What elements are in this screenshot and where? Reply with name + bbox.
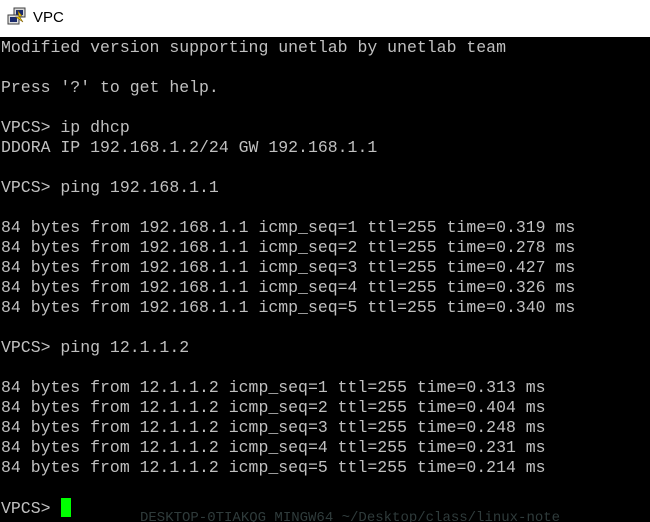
terminal-line-text: VPCS> ping 12.1.1.2 xyxy=(1,338,190,357)
terminal-line-text: 84 bytes from 12.1.1.2 icmp_seq=3 ttl=25… xyxy=(1,418,546,437)
terminal-line: 84 bytes from 192.168.1.1 icmp_seq=2 ttl… xyxy=(1,238,575,258)
terminal-line-text: VPCS> ping 192.168.1.1 xyxy=(1,178,219,197)
terminal-line: 84 bytes from 12.1.1.2 icmp_seq=2 ttl=25… xyxy=(1,398,546,418)
terminal-line: 84 bytes from 12.1.1.2 icmp_seq=4 ttl=25… xyxy=(1,438,546,458)
vpc-terminal-window: VPC Modified version supporting unetlab … xyxy=(0,0,650,522)
terminal-line: DDORA IP 192.168.1.2/24 GW 192.168.1.1 xyxy=(1,138,377,158)
terminal-output[interactable]: Modified version supporting unetlab by u… xyxy=(0,37,650,522)
terminal-line-text: DDORA IP 192.168.1.2/24 GW 192.168.1.1 xyxy=(1,138,378,157)
putty-terminal-icon xyxy=(7,7,27,27)
terminal-line-text: Press '?' to get help. xyxy=(1,78,219,97)
terminal-line: 84 bytes from 12.1.1.2 icmp_seq=3 ttl=25… xyxy=(1,418,546,438)
terminal-line-text: 84 bytes from 12.1.1.2 icmp_seq=5 ttl=25… xyxy=(1,458,546,477)
terminal-line: VPCS> ip dhcp xyxy=(1,118,130,138)
terminal-line-text: 84 bytes from 192.168.1.1 icmp_seq=5 ttl… xyxy=(1,298,576,317)
background-window-text: DESKTOP-0TIAKQG MINGW64 ~/Desktop/class/… xyxy=(140,511,561,522)
terminal-line: 84 bytes from 192.168.1.1 icmp_seq=3 ttl… xyxy=(1,258,575,278)
terminal-line: VPCS> ping 192.168.1.1 xyxy=(1,178,219,198)
terminal-line: 84 bytes from 12.1.1.2 icmp_seq=1 ttl=25… xyxy=(1,378,546,398)
window-title: VPC xyxy=(33,9,64,26)
terminal-line-text: 84 bytes from 12.1.1.2 icmp_seq=4 ttl=25… xyxy=(1,438,546,457)
terminal-line: VPCS> ping 12.1.1.2 xyxy=(1,338,189,358)
title-bar[interactable]: VPC xyxy=(0,0,650,37)
terminal-line-text: 84 bytes from 192.168.1.1 icmp_seq=4 ttl… xyxy=(1,278,576,297)
terminal-line: Modified version supporting unetlab by u… xyxy=(1,38,506,58)
terminal-line: Press '?' to get help. xyxy=(1,78,219,98)
text-cursor xyxy=(61,498,72,517)
terminal-line-text: 84 bytes from 192.168.1.1 icmp_seq=1 ttl… xyxy=(1,218,576,237)
terminal-line: 84 bytes from 192.168.1.1 icmp_seq=4 ttl… xyxy=(1,278,575,298)
terminal-line-text: Modified version supporting unetlab by u… xyxy=(1,38,506,57)
command-prompt-line[interactable]: VPCS> xyxy=(1,498,72,518)
terminal-line-text: 84 bytes from 12.1.1.2 icmp_seq=2 ttl=25… xyxy=(1,398,546,417)
terminal-line-text: VPCS> ip dhcp xyxy=(1,118,130,137)
terminal-line-text: 84 bytes from 192.168.1.1 icmp_seq=2 ttl… xyxy=(1,238,576,257)
terminal-line-text: 84 bytes from 12.1.1.2 icmp_seq=1 ttl=25… xyxy=(1,378,546,397)
terminal-line: 84 bytes from 12.1.1.2 icmp_seq=5 ttl=25… xyxy=(1,458,546,478)
terminal-line: 84 bytes from 192.168.1.1 icmp_seq=5 ttl… xyxy=(1,298,575,318)
terminal-line-text: 84 bytes from 192.168.1.1 icmp_seq=3 ttl… xyxy=(1,258,576,277)
terminal-line: 84 bytes from 192.168.1.1 icmp_seq=1 ttl… xyxy=(1,218,575,238)
terminal-line-text: VPCS> xyxy=(1,499,61,518)
